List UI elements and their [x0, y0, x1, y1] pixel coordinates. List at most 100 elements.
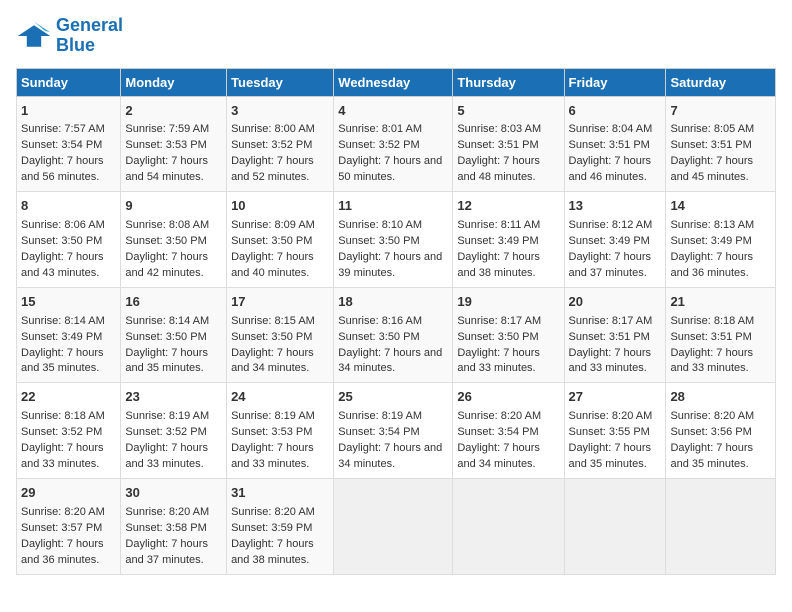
calendar-cell: 25Sunrise: 8:19 AMSunset: 3:54 PMDayligh… [334, 383, 453, 479]
sunrise: Sunrise: 8:12 AM [569, 219, 653, 231]
day-number: 9 [125, 197, 222, 216]
calendar-cell: 31Sunrise: 8:20 AMSunset: 3:59 PMDayligh… [227, 478, 334, 574]
calendar-cell: 13 Sunrise: 8:12 AM Sunset: 3:49 PM Dayligh… [564, 192, 666, 288]
day-number: 7 [670, 102, 771, 121]
sunrise: Sunrise: 8:06 AM [21, 219, 105, 231]
day-number: 26 [457, 388, 559, 407]
daylight: Daylight: 7 hours and 43 minutes. [21, 251, 104, 279]
daylight: Daylight: 7 hours and 33 minutes. [125, 442, 208, 470]
day-number: 16 [125, 293, 222, 312]
calendar-cell: 27Sunrise: 8:20 AMSunset: 3:55 PMDayligh… [564, 383, 666, 479]
daylight: Daylight: 7 hours and 42 minutes. [125, 251, 208, 279]
sunrise: Sunrise: 8:19 AM [125, 410, 209, 422]
sunrise: Sunrise: 8:03 AM [457, 123, 541, 135]
day-number: 3 [231, 102, 329, 121]
daylight: Daylight: 7 hours and 38 minutes. [457, 251, 540, 279]
day-number: 21 [670, 293, 771, 312]
calendar-cell: 1Sunrise: 7:57 AMSunset: 3:54 PMDaylight… [17, 96, 121, 192]
header-row: SundayMondayTuesdayWednesdayThursdayFrid… [17, 68, 776, 96]
calendar-cell: 5Sunrise: 8:03 AMSunset: 3:51 PMDaylight… [453, 96, 564, 192]
day-number: 15 [21, 293, 116, 312]
day-number: 13 [569, 197, 662, 216]
daylight: Daylight: 7 hours and 36 minutes. [670, 251, 753, 279]
sunset: Sunset: 3:51 PM [569, 331, 650, 343]
sunrise: Sunrise: 8:18 AM [21, 410, 105, 422]
calendar-cell: 6Sunrise: 8:04 AMSunset: 3:51 PMDaylight… [564, 96, 666, 192]
col-header-saturday: Saturday [666, 68, 776, 96]
sunrise: Sunrise: 8:20 AM [569, 410, 653, 422]
daylight: Daylight: 7 hours and 34 minutes. [338, 442, 442, 470]
sunrise: Sunrise: 7:59 AM [125, 123, 209, 135]
day-number: 2 [125, 102, 222, 121]
sunrise: Sunrise: 8:20 AM [21, 506, 105, 518]
calendar-cell: 22Sunrise: 8:18 AMSunset: 3:52 PMDayligh… [17, 383, 121, 479]
calendar-cell: 2Sunrise: 7:59 AMSunset: 3:53 PMDaylight… [121, 96, 227, 192]
daylight: Daylight: 7 hours and 35 minutes. [125, 347, 208, 375]
sunrise: Sunrise: 8:20 AM [670, 410, 754, 422]
sunset: Sunset: 3:54 PM [338, 426, 419, 438]
sunset: Sunset: 3:58 PM [125, 522, 206, 534]
logo-icon [16, 18, 52, 54]
daylight: Daylight: 7 hours and 33 minutes. [231, 442, 314, 470]
col-header-sunday: Sunday [17, 68, 121, 96]
logo: General Blue [16, 16, 123, 56]
week-row-5: 29Sunrise: 8:20 AMSunset: 3:57 PMDayligh… [17, 478, 776, 574]
calendar-cell: 26Sunrise: 8:20 AMSunset: 3:54 PMDayligh… [453, 383, 564, 479]
sunrise: Sunrise: 8:08 AM [125, 219, 209, 231]
calendar-cell: 15Sunrise: 8:14 AMSunset: 3:49 PMDayligh… [17, 287, 121, 383]
daylight: Daylight: 7 hours and 33 minutes. [21, 442, 104, 470]
day-number: 29 [21, 484, 116, 503]
daylight: Daylight: 7 hours and 33 minutes. [569, 347, 652, 375]
calendar-cell: 28 Sunrise: 8:20 AM Sunset: 3:56 PM Dayligh… [666, 383, 776, 479]
sunrise: Sunrise: 8:14 AM [21, 315, 105, 327]
sunrise: Sunrise: 8:17 AM [457, 315, 541, 327]
sunrise: Sunrise: 8:11 AM [457, 219, 540, 231]
day-number: 28 [670, 388, 771, 407]
col-header-thursday: Thursday [453, 68, 564, 96]
daylight: Daylight: 7 hours and 35 minutes. [670, 442, 753, 470]
sunset: Sunset: 3:52 PM [338, 139, 419, 151]
sunset: Sunset: 3:56 PM [670, 426, 751, 438]
sunset: Sunset: 3:49 PM [569, 235, 650, 247]
sunset: Sunset: 3:52 PM [125, 426, 206, 438]
sunrise: Sunrise: 8:20 AM [125, 506, 209, 518]
day-number: 20 [569, 293, 662, 312]
sunset: Sunset: 3:52 PM [231, 139, 312, 151]
sunset: Sunset: 3:50 PM [338, 235, 419, 247]
day-number: 6 [569, 102, 662, 121]
calendar-cell: 12Sunrise: 8:11 AMSunset: 3:49 PMDayligh… [453, 192, 564, 288]
daylight: Daylight: 7 hours and 37 minutes. [125, 538, 208, 566]
sunset: Sunset: 3:59 PM [231, 522, 312, 534]
calendar-cell [453, 478, 564, 574]
sunset: Sunset: 3:54 PM [457, 426, 538, 438]
calendar-cell: 21Sunrise: 8:18 AMSunset: 3:51 PMDayligh… [666, 287, 776, 383]
logo-text: General Blue [56, 16, 123, 56]
sunrise: Sunrise: 8:19 AM [231, 410, 315, 422]
daylight: Daylight: 7 hours and 35 minutes. [21, 347, 104, 375]
sunrise: Sunrise: 8:17 AM [569, 315, 653, 327]
sunset: Sunset: 3:51 PM [670, 139, 751, 151]
calendar-cell: 7Sunrise: 8:05 AMSunset: 3:51 PMDaylight… [666, 96, 776, 192]
sunset: Sunset: 3:51 PM [670, 331, 751, 343]
daylight: Daylight: 7 hours and 37 minutes. [569, 251, 652, 279]
day-number: 30 [125, 484, 222, 503]
sunset: Sunset: 3:54 PM [21, 139, 102, 151]
calendar-cell: 16Sunrise: 8:14 AMSunset: 3:50 PMDayligh… [121, 287, 227, 383]
week-row-4: 22Sunrise: 8:18 AMSunset: 3:52 PMDayligh… [17, 383, 776, 479]
daylight: Daylight: 7 hours and 45 minutes. [670, 155, 753, 183]
calendar-cell: 14Sunrise: 8:13 AMSunset: 3:49 PMDayligh… [666, 192, 776, 288]
daylight: Daylight: 7 hours and 34 minutes. [231, 347, 314, 375]
day-number: 10 [231, 197, 329, 216]
sunrise: Sunrise: 8:18 AM [670, 315, 754, 327]
sunset: Sunset: 3:53 PM [125, 139, 206, 151]
daylight: Daylight: 7 hours and 40 minutes. [231, 251, 314, 279]
week-row-1: 1Sunrise: 7:57 AMSunset: 3:54 PMDaylight… [17, 96, 776, 192]
calendar-cell: 19Sunrise: 8:17 AMSunset: 3:50 PMDayligh… [453, 287, 564, 383]
calendar-cell [666, 478, 776, 574]
sunrise: Sunrise: 8:20 AM [231, 506, 315, 518]
day-number: 14 [670, 197, 771, 216]
sunset: Sunset: 3:50 PM [338, 331, 419, 343]
daylight: Daylight: 7 hours and 39 minutes. [338, 251, 442, 279]
calendar-cell: 3Sunrise: 8:00 AMSunset: 3:52 PMDaylight… [227, 96, 334, 192]
sunrise: Sunrise: 8:10 AM [338, 219, 422, 231]
